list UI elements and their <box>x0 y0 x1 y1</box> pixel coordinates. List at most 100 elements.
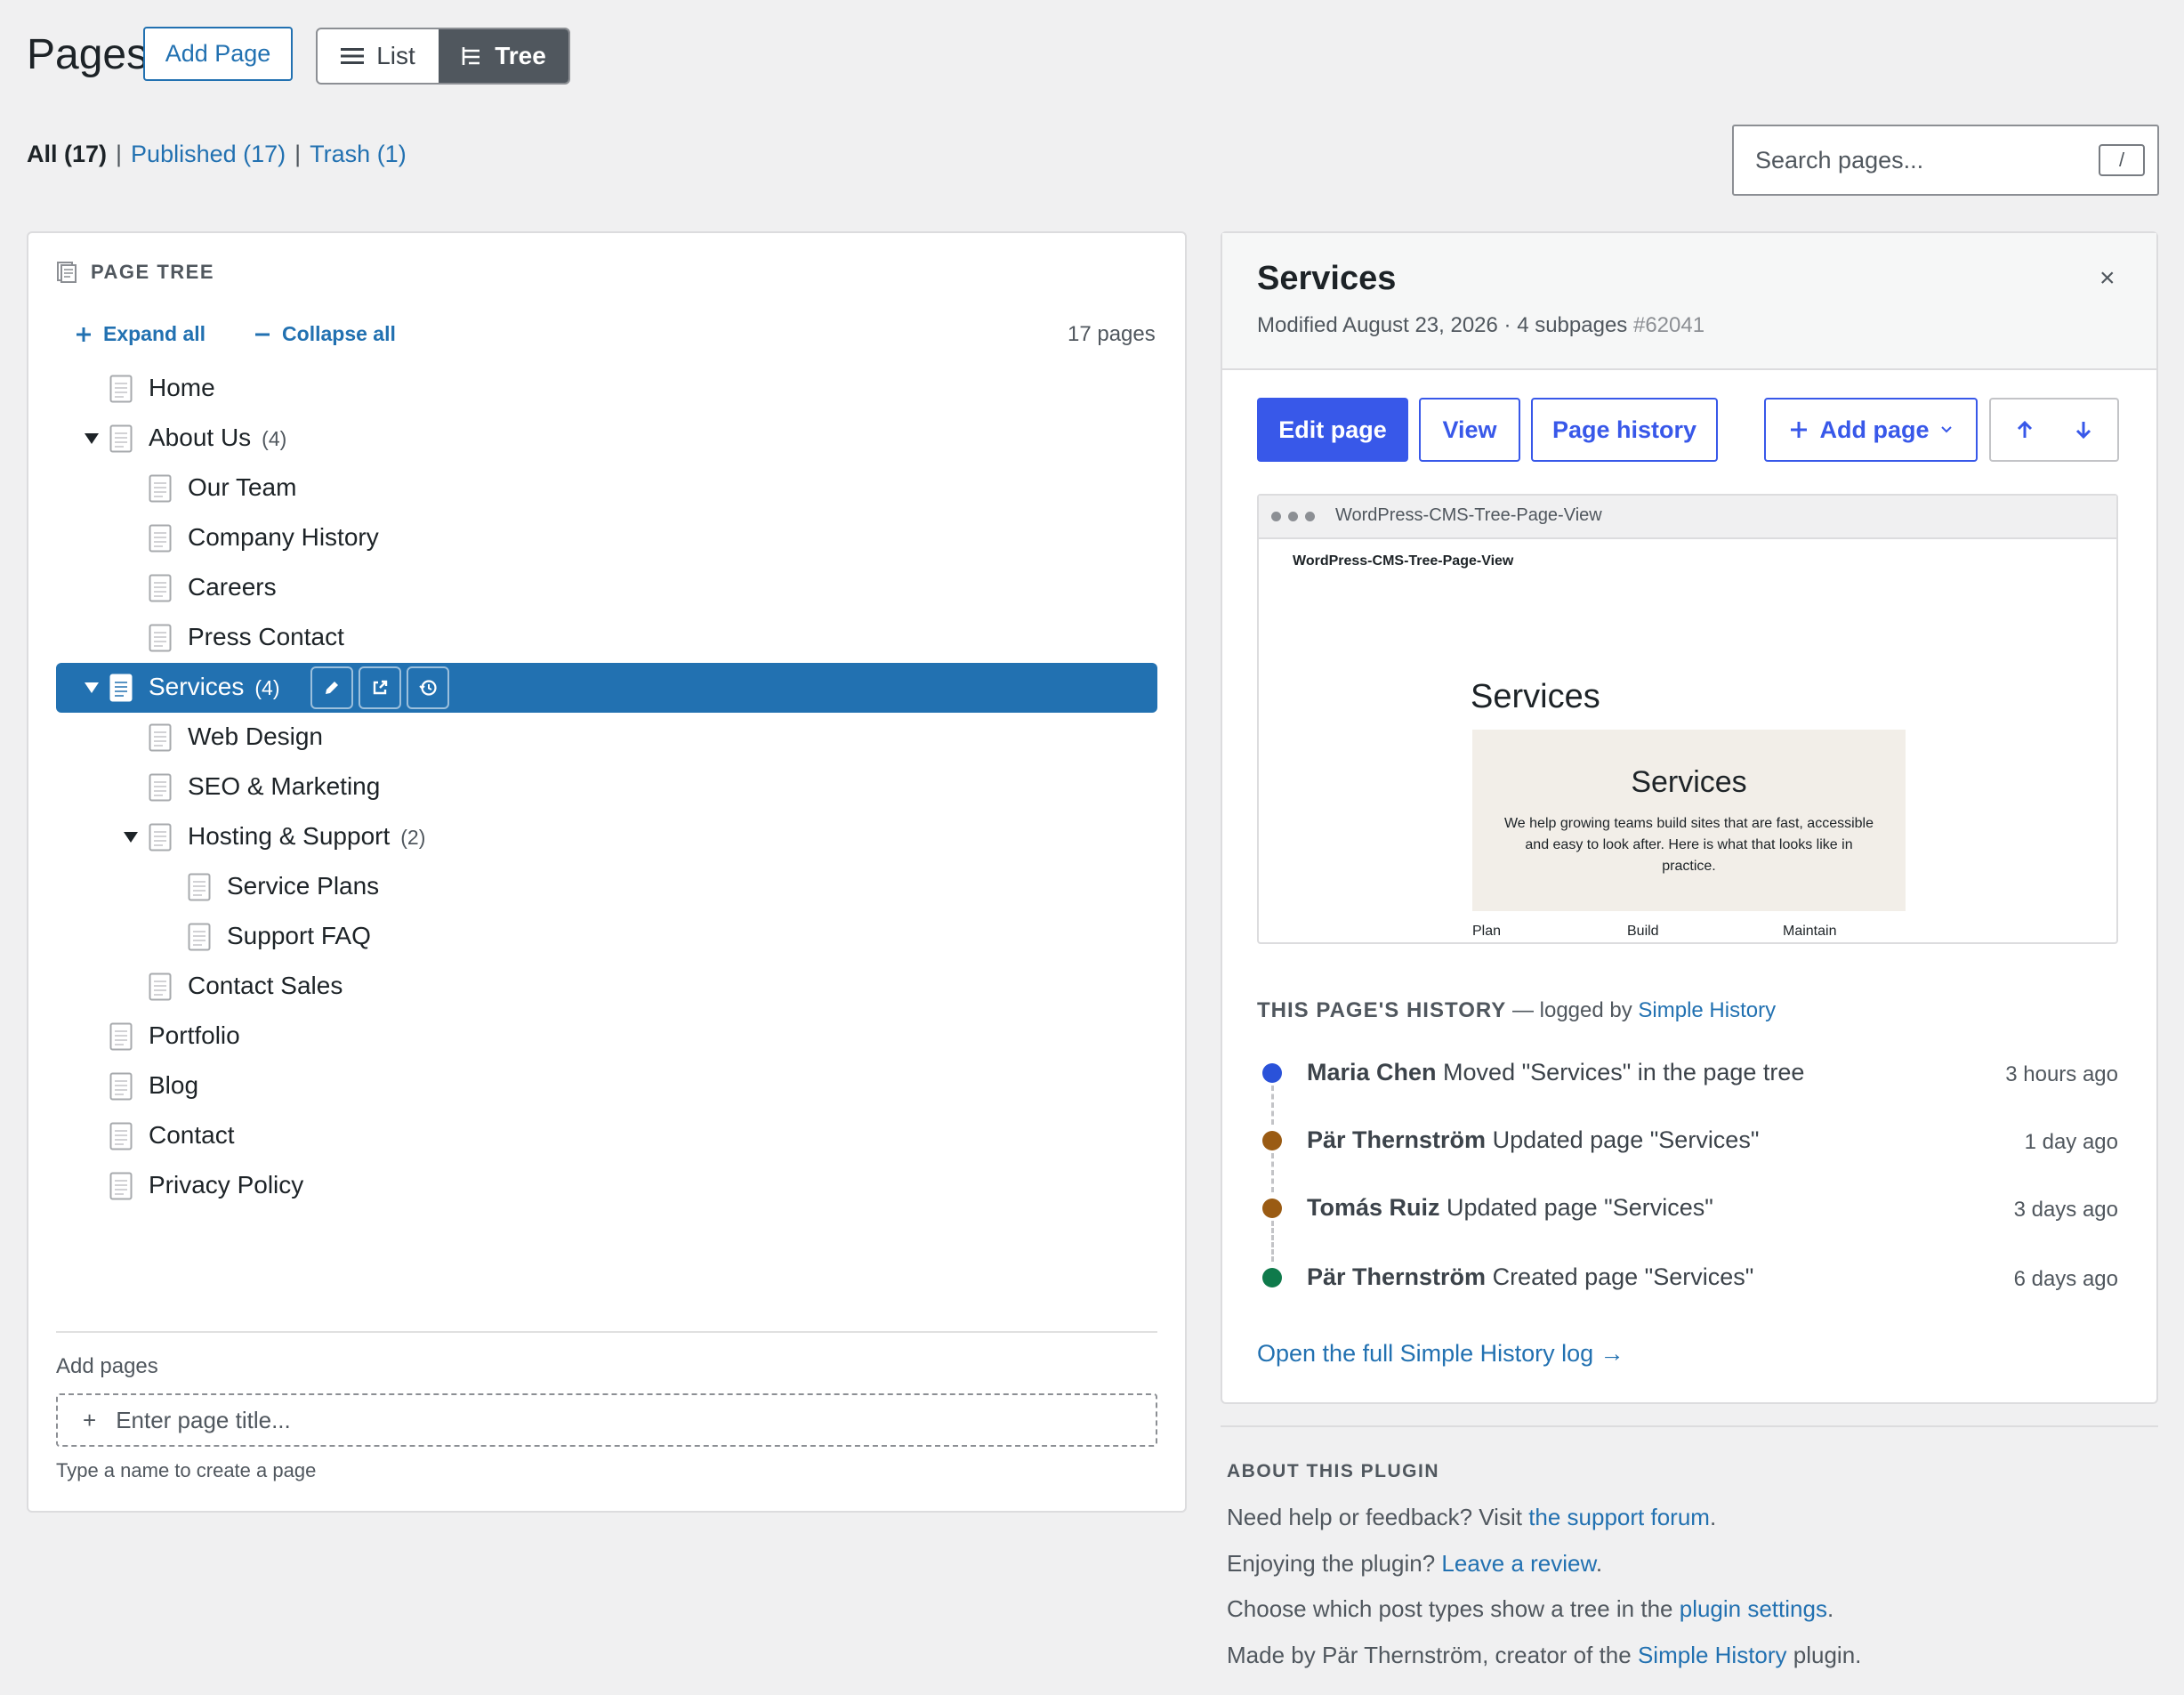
list-icon <box>341 48 365 64</box>
new-page-title-input[interactable]: + Enter page title... <box>56 1393 1157 1447</box>
subpage-count: (4) <box>254 676 280 699</box>
tree-row[interactable]: Company History <box>56 513 1157 563</box>
history-action: Moved "Services" in the page tree <box>1436 1059 1805 1086</box>
tree-row[interactable]: Web Design <box>56 713 1157 763</box>
caret-down-icon[interactable] <box>83 679 101 697</box>
history-icon[interactable] <box>407 666 449 709</box>
reorder-buttons <box>1989 398 2119 462</box>
view-button[interactable]: View <box>1419 398 1520 462</box>
history-action: Updated page "Services" <box>1439 1194 1713 1221</box>
collapse-all-button[interactable]: Collapse all <box>254 322 396 346</box>
caret-down-icon[interactable] <box>122 828 140 846</box>
history-user[interactable]: Pär Thernström <box>1307 1126 1486 1153</box>
tree-row-label: Press Contact <box>188 623 344 651</box>
arrow-down-icon[interactable] <box>2075 420 2091 440</box>
edit-page-button[interactable]: Edit page <box>1257 398 1408 462</box>
edit-icon[interactable] <box>310 666 353 709</box>
arrow-up-icon[interactable] <box>2017 420 2033 440</box>
page-icon <box>149 823 172 858</box>
page-title-text: Hosting & Support <box>188 822 391 850</box>
about-text: Choose which post types show a tree in t… <box>1227 1595 1680 1622</box>
tree-row[interactable]: Our Team <box>56 464 1157 513</box>
tree-row[interactable]: Careers <box>56 563 1157 613</box>
detail-header <box>1222 233 2156 370</box>
tree-row[interactable]: Contact Sales <box>56 962 1157 1012</box>
caret-down-icon[interactable] <box>83 430 101 448</box>
timeline-connector <box>1271 1153 1274 1192</box>
simple-history-link[interactable]: Simple History <box>1638 1642 1787 1668</box>
tree-row[interactable]: Privacy Policy <box>56 1161 1157 1211</box>
tree-row[interactable]: Service Plans <box>56 862 1157 912</box>
row-actions <box>310 666 449 709</box>
about-support-line: Need help or feedback? Visit the support… <box>1227 1504 1716 1531</box>
simple-history-link[interactable]: Simple History <box>1638 998 1776 1022</box>
tree-icon <box>462 47 480 65</box>
tree-row-selected[interactable]: Services (4) <box>56 663 1157 713</box>
add-pages-label: Add pages <box>56 1354 158 1378</box>
expand-all-button[interactable]: Expand all <box>75 322 206 346</box>
leave-review-link[interactable]: Leave a review <box>1441 1550 1595 1577</box>
external-link-icon[interactable] <box>359 666 401 709</box>
tree-row[interactable]: SEO & Marketing <box>56 763 1157 812</box>
preview-url: WordPress-CMS-Tree-Page-View <box>1335 505 1602 525</box>
history-event: Pär Thernström Updated page "Services" <box>1307 1126 1759 1154</box>
history-time: 3 hours ago <box>2005 1062 2118 1086</box>
tree-row[interactable]: Support FAQ <box>56 912 1157 962</box>
minus-icon <box>255 333 270 335</box>
tree-row-label: Web Design <box>188 722 323 751</box>
tree-row[interactable]: Home <box>56 364 1157 414</box>
search-placeholder: Search pages... <box>1755 146 1924 174</box>
about-text: Enjoying the plugin? <box>1227 1550 1442 1577</box>
tree-row-label: Blog <box>149 1071 198 1100</box>
about-period: . <box>1595 1550 1603 1577</box>
about-review-line: Enjoying the plugin? Leave a review. <box>1227 1550 1602 1578</box>
about-author-line: Made by Pär Thernström, creator of the S… <box>1227 1642 1861 1669</box>
tree-row-label: Privacy Policy <box>149 1171 303 1199</box>
page-title-text: Web Design <box>188 722 324 750</box>
search-input[interactable]: Search pages... / <box>1732 125 2159 196</box>
page-icon <box>109 674 133 708</box>
about-text: plugin. <box>1786 1642 1862 1668</box>
page-icon <box>149 574 172 609</box>
plugin-settings-link[interactable]: plugin settings <box>1680 1595 1827 1622</box>
list-view-button[interactable]: List <box>318 29 439 83</box>
tree-row-label: Services (4) <box>149 673 280 701</box>
pages-icon <box>57 262 77 283</box>
filter-trash[interactable]: Trash (1) <box>310 141 407 168</box>
page-icon <box>149 524 172 559</box>
page-icon <box>109 1072 133 1107</box>
add-subpage-button[interactable]: Add page <box>1764 398 1978 462</box>
divider <box>1221 1425 2158 1427</box>
history-time: 1 day ago <box>2024 1130 2118 1154</box>
about-heading: ABOUT THIS PLUGIN <box>1227 1461 1439 1481</box>
history-heading-label: THIS PAGE'S HISTORY <box>1257 998 1507 1022</box>
filter-published[interactable]: Published (17) <box>131 141 286 168</box>
tree-row[interactable]: About Us (4) <box>56 414 1157 464</box>
tree-row[interactable]: Contact <box>56 1111 1157 1161</box>
preview-heading: Services <box>1471 678 1600 715</box>
filter-all[interactable]: All (17) <box>27 141 107 168</box>
page-icon <box>109 375 133 409</box>
tree-row[interactable]: Hosting & Support (2) <box>56 812 1157 862</box>
close-icon[interactable]: × <box>2099 263 2115 294</box>
support-forum-link[interactable]: the support forum <box>1528 1504 1710 1530</box>
history-time: 6 days ago <box>2013 1267 2118 1291</box>
add-page-button[interactable]: Add Page <box>143 27 293 81</box>
tree-view-button[interactable]: Tree <box>439 29 568 83</box>
page-title-text: Careers <box>188 573 277 601</box>
page-icon <box>109 1172 133 1207</box>
history-user[interactable]: Pär Thernström <box>1307 1263 1486 1290</box>
open-history-log-link[interactable]: Open the full Simple History log → <box>1257 1340 1624 1368</box>
page-history-button[interactable]: Page history <box>1531 398 1718 462</box>
tree-row[interactable]: Press Contact <box>56 613 1157 663</box>
window-dots-icon <box>1271 512 1315 521</box>
expand-all-label: Expand all <box>103 322 206 345</box>
history-item: Pär Thernström Created page "Services" 6 … <box>1257 1260 2118 1295</box>
tree-row[interactable]: Blog <box>56 1061 1157 1111</box>
history-user[interactable]: Tomás Ruiz <box>1307 1194 1440 1221</box>
detail-title: Services <box>1257 260 1397 297</box>
tree-row[interactable]: Portfolio <box>56 1012 1157 1061</box>
history-user[interactable]: Maria Chen <box>1307 1059 1437 1086</box>
history-time: 3 days ago <box>2013 1198 2118 1222</box>
page-icon <box>109 1022 133 1057</box>
